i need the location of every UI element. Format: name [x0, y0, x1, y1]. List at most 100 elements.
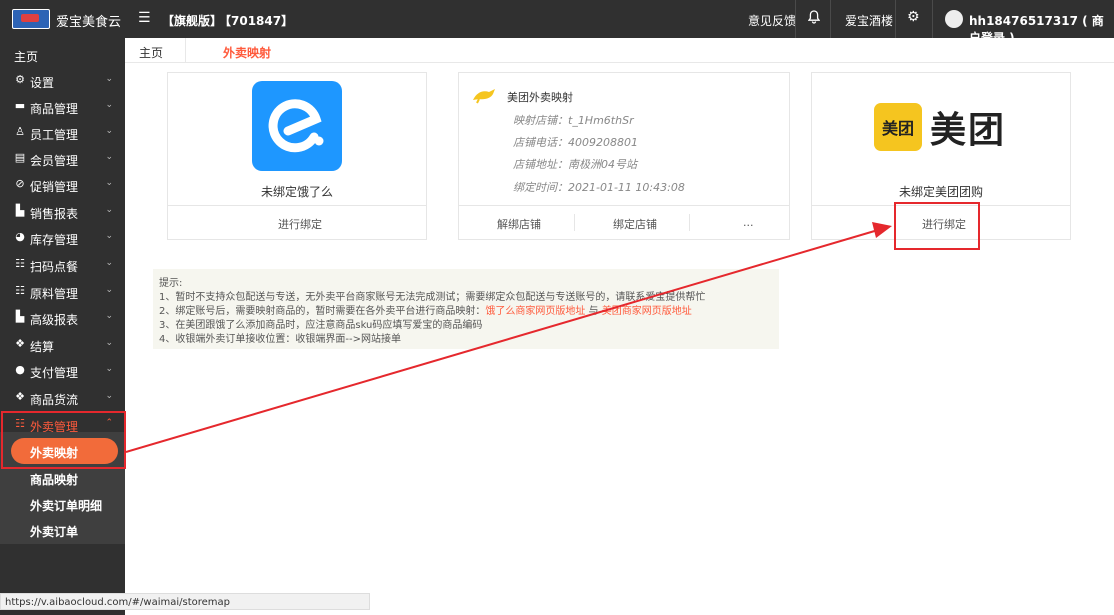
breadcrumb-home[interactable]: 主页 — [139, 44, 163, 61]
tip-1: 1、暂时不支持众包配送与专送，无外卖平台商家账号无法完成测试；需要绑定众包配送与… — [159, 292, 706, 303]
chevron-down-icon: ⌄ — [105, 364, 113, 374]
divider — [830, 0, 831, 38]
edition-label: 【旗舰版】 — [162, 14, 223, 28]
sidebar-item-label: 销售报表 — [30, 207, 79, 221]
sidebar-item-label: 商品管理 — [30, 102, 79, 116]
submenu-item-order-detail[interactable]: 外卖订单明细 — [30, 497, 102, 514]
sidebar-item-label: 主页 — [14, 50, 39, 64]
bell-icon[interactable] — [807, 10, 821, 28]
eleme-logo-icon — [268, 99, 324, 153]
chevron-down-icon: ⌄ — [105, 258, 113, 268]
eleme-bind-button[interactable]: 进行绑定 — [278, 216, 322, 232]
sidebar-item-staff[interactable]: ♙ 员工管理 ⌄ — [0, 120, 125, 146]
settle-icon: ❖ — [15, 337, 25, 350]
sidebar-item-material[interactable]: ☷ 原料管理 ⌄ — [0, 279, 125, 305]
chevron-down-icon: ⌄ — [105, 100, 113, 110]
sidebar-item-settings[interactable]: ⚙ 设置 ⌄ — [0, 68, 125, 94]
feedback-link[interactable]: 意见反馈 — [748, 12, 796, 29]
meituan-web-link[interactable]: 美团商家网页版地址 — [602, 306, 692, 317]
sidebar-item-label: 库存管理 — [30, 233, 79, 247]
sidebar-item-products[interactable]: ▬ 商品管理 ⌄ — [0, 94, 125, 120]
divider — [932, 0, 933, 38]
mapped-shop: 映射店铺：t_1Hm6thSr — [513, 114, 634, 127]
tip-3: 3、在美团跟饿了么添加商品时，应注意商品sku码应填写爱宝的商品编码 — [159, 320, 483, 331]
eleme-web-link[interactable]: 饿了么商家网页版地址 — [485, 306, 585, 317]
sidebar-item-label: 高级报表 — [30, 313, 79, 327]
annotation-box — [894, 202, 980, 250]
shop-id-label: 【701847】 — [219, 14, 294, 28]
sidebar-item-label: 会员管理 — [30, 154, 79, 168]
gear-icon: ⚙ — [15, 73, 25, 86]
breadcrumb-current[interactable]: 外卖映射 — [223, 44, 271, 61]
chevron-down-icon: ⌄ — [105, 311, 113, 321]
unbind-shop-button[interactable]: 解绑店铺 — [497, 216, 541, 232]
tips-title: 提示: — [159, 278, 183, 289]
card-footer: 解绑店铺 绑定店铺 ... — [459, 205, 789, 239]
shop-name[interactable]: 爱宝酒楼 — [845, 12, 893, 29]
chart-icon: ▙ — [15, 204, 25, 217]
sidebar-item-settlement[interactable]: ❖ 结算 ⌄ — [0, 332, 125, 358]
chevron-down-icon: ⌄ — [105, 178, 113, 188]
annotation-box — [1, 411, 126, 469]
menu-icon[interactable]: ☰ — [138, 10, 151, 26]
submenu-item-orders[interactable]: 外卖订单 — [30, 523, 78, 540]
sidebar-item-stock[interactable]: ◕ 库存管理 ⌄ — [0, 225, 125, 251]
sidebar-item-home[interactable]: 主页 — [0, 42, 125, 68]
divider — [574, 214, 575, 231]
kangaroo-icon — [471, 86, 497, 107]
tip-2-and: 与 — [585, 306, 602, 317]
chevron-down-icon: ⌄ — [105, 126, 113, 136]
chevron-down-icon: ⌄ — [105, 74, 113, 84]
chevron-down-icon: ⌄ — [105, 231, 113, 241]
product-icon: ▬ — [14, 99, 26, 112]
sidebar-item-goods-flow[interactable]: ❖ 商品货流 ⌄ — [0, 385, 125, 411]
submenu-item-product-mapping[interactable]: 商品映射 — [30, 471, 78, 488]
report-icon: ▙ — [15, 310, 25, 323]
meituan-logo: 美团 美团 — [874, 101, 1006, 153]
eleme-card: 未绑定饿了么 进行绑定 — [167, 72, 427, 240]
promo-icon: ⊘ — [15, 177, 25, 190]
meituan-logo-word: 美团 — [930, 110, 1007, 151]
divider — [689, 214, 690, 231]
sidebar-item-promotion[interactable]: ⊘ 促销管理 ⌄ — [0, 172, 125, 198]
bind-shop-button[interactable]: 绑定店铺 — [613, 216, 657, 232]
app-logo — [12, 9, 50, 29]
logo-icon — [12, 9, 50, 29]
breadcrumb: 主页 外卖映射 — [125, 38, 1114, 63]
sidebar-item-label: 扫码点餐 — [30, 260, 79, 274]
sidebar-item-label: 促销管理 — [30, 180, 79, 194]
tip-2: 2、绑定账号后，需要映射商品的，暂时需要在各外卖平台进行商品映射：饿了么商家网页… — [159, 302, 692, 317]
eleme-status: 未绑定饿了么 — [260, 185, 333, 199]
sidebar-item-payment[interactable]: ● 支付管理 ⌄ — [0, 358, 125, 384]
sidebar-item-advanced-report[interactable]: ▙ 高级报表 ⌄ — [0, 305, 125, 331]
bind-time: 绑定时间：2021-01-11 10:43:08 — [513, 181, 685, 194]
pay-icon: ● — [15, 363, 25, 376]
shop-address: 店铺地址：南极洲04号站 — [513, 158, 637, 171]
tip-4: 4、收银端外卖订单接收位置：收银端界面-->网站接单 — [159, 334, 401, 345]
tips-panel: 提示: 1、暂时不支持众包配送与专送，无外卖平台商家账号无法完成测试；需要绑定众… — [153, 269, 779, 349]
stock-icon: ◕ — [15, 230, 25, 243]
sidebar-item-label: 原料管理 — [30, 287, 79, 301]
sidebar-item-label: 商品货流 — [30, 393, 79, 407]
chevron-down-icon: ⌄ — [105, 391, 113, 401]
status-url: https://v.aibaocloud.com/#/waimai/storem… — [0, 593, 370, 610]
divider — [795, 0, 796, 38]
sidebar-item-scan-order[interactable]: ☷ 扫码点餐 ⌄ — [0, 252, 125, 278]
chevron-down-icon: ⌄ — [105, 205, 113, 215]
sidebar-item-label: 员工管理 — [30, 128, 79, 142]
meituan-takeout-title: 美团外卖映射 — [507, 91, 573, 104]
chevron-down-icon: ⌄ — [105, 285, 113, 295]
member-icon: ▤ — [14, 151, 26, 164]
gear-icon[interactable]: ⚙ — [907, 9, 920, 25]
sidebar-item-sales-report[interactable]: ▙ 销售报表 ⌄ — [0, 199, 125, 225]
top-bar: 爱宝美食云 ☰ 【旗舰版】 【701847】 意见反馈 爱宝酒楼 ⚙ hh184… — [0, 0, 1114, 45]
brand-name: 爱宝美食云 — [56, 15, 122, 30]
more-button[interactable]: ... — [743, 216, 754, 229]
shop-phone: 店铺电话：4009208801 — [513, 136, 638, 149]
sidebar-item-members[interactable]: ▤ 会员管理 ⌄ — [0, 146, 125, 172]
sidebar-item-label: 设置 — [30, 76, 55, 90]
divider — [185, 38, 186, 62]
divider — [895, 0, 896, 38]
avatar[interactable] — [945, 10, 963, 28]
eleme-logo — [252, 81, 342, 171]
